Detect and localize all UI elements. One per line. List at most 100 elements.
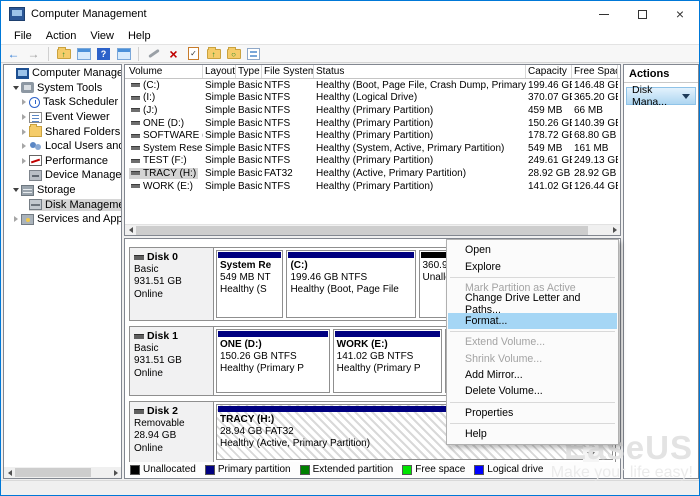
scroll-left-arrow[interactable]	[125, 225, 136, 236]
column-header-status[interactable]: Status	[314, 65, 526, 78]
sidebar-item-shared-folders[interactable]: Shared Folders	[4, 124, 121, 139]
folder-up-icon[interactable]: ↑	[205, 46, 222, 62]
disk-0-info[interactable]: Disk 0 Basic 931.51 GB Online	[130, 248, 214, 320]
partition-one-d[interactable]: ONE (D:) 150.26 GB NTFS Healthy (Primary…	[216, 329, 330, 393]
menu-file[interactable]: File	[7, 29, 39, 43]
menu-action[interactable]: Action	[39, 29, 84, 43]
cell-volume: System Reserved	[143, 143, 203, 154]
chevron-collapsed-icon[interactable]	[14, 216, 18, 222]
sidebar-item-system-tools[interactable]: System Tools	[4, 81, 121, 96]
legend-label: Extended partition	[313, 464, 394, 475]
disk-kind: Removable	[134, 418, 209, 431]
table-row[interactable]: System Reserved SimpleBasicNTFSHealthy (…	[125, 142, 620, 155]
sidebar-item-device-manager[interactable]: Device Manager	[4, 168, 121, 183]
cell-volume: TRACY (H:)	[143, 168, 196, 179]
disk-1-info[interactable]: Disk 1 Basic 931.51 GB Online	[130, 327, 214, 395]
sidebar-item-disk-management[interactable]: Disk Management	[4, 197, 121, 212]
check-document-icon[interactable]: ✓	[185, 46, 202, 62]
show-window-icon[interactable]	[115, 46, 132, 62]
menu-item-change-drive-letter[interactable]: Change Drive Letter and Paths...	[448, 296, 617, 312]
menu-view[interactable]: View	[83, 29, 121, 43]
column-header-free-space[interactable]: Free Space	[572, 65, 618, 78]
table-row-selected[interactable]: TRACY (H:) SimpleBasicFAT32Healthy (Acti…	[125, 167, 620, 180]
maximize-button[interactable]	[623, 1, 661, 27]
up-folder-icon[interactable]: ↑	[55, 46, 72, 62]
scroll-down-arrow[interactable]	[583, 447, 599, 462]
cell-volume: TEST (F:)	[143, 155, 187, 166]
partition-legend: Unallocated Primary partition Extended p…	[127, 462, 618, 477]
column-header-capacity[interactable]: Capacity	[526, 65, 572, 78]
scroll-left-arrow[interactable]	[4, 467, 15, 478]
close-button[interactable]: ×	[661, 1, 699, 27]
disk-status: Online	[134, 443, 209, 456]
delete-icon[interactable]: ×	[165, 46, 182, 62]
table-row[interactable]: ONE (D:) SimpleBasicNTFSHealthy (Primary…	[125, 117, 620, 130]
scroll-right-arrow[interactable]	[110, 467, 121, 478]
table-row[interactable]: WORK (E:) SimpleBasicNTFSHealthy (Primar…	[125, 180, 620, 193]
chevron-expanded-icon[interactable]	[13, 188, 19, 192]
forward-arrow-icon[interactable]: →	[25, 46, 42, 62]
title-bar[interactable]: Computer Management ×	[1, 1, 699, 27]
chevron-collapsed-icon[interactable]	[22, 158, 26, 164]
partition-size: 141.02 GB NTFS	[334, 351, 442, 363]
menu-bar: File Action View Help	[1, 27, 699, 44]
column-header-layout[interactable]: Layout	[203, 65, 236, 78]
table-row[interactable]: SOFTWARE (G:) SimpleBasicNTFSHealthy (Pr…	[125, 129, 620, 142]
column-header-file-system[interactable]: File System	[262, 65, 314, 78]
disk-2-info[interactable]: Disk 2 Removable 28.94 GB Online	[130, 402, 214, 462]
back-arrow-icon[interactable]: ←	[5, 46, 22, 62]
chevron-collapsed-icon[interactable]	[22, 129, 26, 135]
partition-status: Healthy (S	[217, 284, 282, 296]
disk-icon	[134, 409, 144, 414]
sidebar-item-computer-management[interactable]: Computer Management (	[4, 66, 121, 81]
wand-icon[interactable]	[145, 46, 162, 62]
menu-item-help[interactable]: Help	[448, 426, 617, 442]
menu-item-explore[interactable]: Explore	[448, 258, 617, 274]
sidebar-item-task-scheduler[interactable]: Task Scheduler	[4, 95, 121, 110]
disk-status: Online	[134, 289, 209, 302]
toolbar-separator	[48, 47, 49, 61]
partition-c[interactable]: (C:) 199.46 GB NTFS Healthy (Boot, Page …	[286, 250, 415, 318]
table-row[interactable]: TEST (F:) SimpleBasicNTFSHealthy (Primar…	[125, 155, 620, 168]
minimize-button[interactable]	[585, 1, 623, 27]
scroll-right-arrow[interactable]	[609, 225, 620, 236]
sidebar-item-services-applications[interactable]: Services and Applicati	[4, 212, 121, 227]
volume-icon	[131, 171, 140, 175]
volume-list-horizontal-scrollbar[interactable]	[125, 224, 620, 235]
menu-item-delete-volume[interactable]: Delete Volume...	[448, 383, 617, 399]
chevron-collapsed-icon[interactable]	[22, 143, 26, 149]
disk-kind: Basic	[134, 343, 209, 356]
sidebar-item-storage[interactable]: Storage	[4, 183, 121, 198]
menu-help[interactable]: Help	[121, 29, 158, 43]
help-icon[interactable]: ?	[95, 46, 112, 62]
chevron-expanded-icon[interactable]	[13, 86, 19, 90]
folder-search-icon[interactable]: ○	[225, 46, 242, 62]
menu-item-open[interactable]: Open	[448, 242, 617, 258]
chevron-collapsed-icon[interactable]	[22, 114, 26, 120]
console-window-icon[interactable]	[75, 46, 92, 62]
volume-icon	[131, 96, 140, 100]
table-row[interactable]: (C:) SimpleBasicNTFSHealthy (Boot, Page …	[125, 79, 620, 92]
menu-item-extend-volume: Extend Volume...	[448, 334, 617, 350]
properties-icon[interactable]	[245, 46, 262, 62]
disk-management-actions-dropdown[interactable]: Disk Mana...	[626, 87, 696, 105]
partition-size: 199.46 GB NTFS	[287, 272, 414, 284]
sidebar-item-event-viewer[interactable]: Event Viewer	[4, 110, 121, 125]
sidebar-item-performance[interactable]: Performance	[4, 154, 121, 169]
disk-name: Disk 2	[147, 405, 178, 418]
column-header-type[interactable]: Type	[236, 65, 262, 78]
column-header-volume[interactable]: Volume	[125, 65, 203, 78]
partition-system-reserved[interactable]: System Re 549 MB NT Healthy (S	[216, 250, 283, 318]
table-row[interactable]: (I:) SimpleBasicNTFSHealthy (Logical Dri…	[125, 92, 620, 105]
sidebar-item-local-users[interactable]: Local Users and Gr	[4, 139, 121, 154]
menu-item-add-mirror[interactable]: Add Mirror...	[448, 367, 617, 383]
scrollbar-thumb[interactable]	[136, 226, 588, 235]
chevron-collapsed-icon[interactable]	[22, 99, 26, 105]
scrollbar-thumb[interactable]	[15, 468, 91, 477]
table-row[interactable]: (J:) SimpleBasicNTFSHealthy (Primary Par…	[125, 104, 620, 117]
menu-item-properties[interactable]: Properties	[448, 405, 617, 421]
sidebar-horizontal-scrollbar[interactable]	[4, 467, 121, 478]
partition-work-e[interactable]: WORK (E:) 141.02 GB NTFS Healthy (Primar…	[333, 329, 443, 393]
cell-volume: WORK (E:)	[143, 181, 193, 192]
disk-management-icon	[29, 199, 42, 210]
